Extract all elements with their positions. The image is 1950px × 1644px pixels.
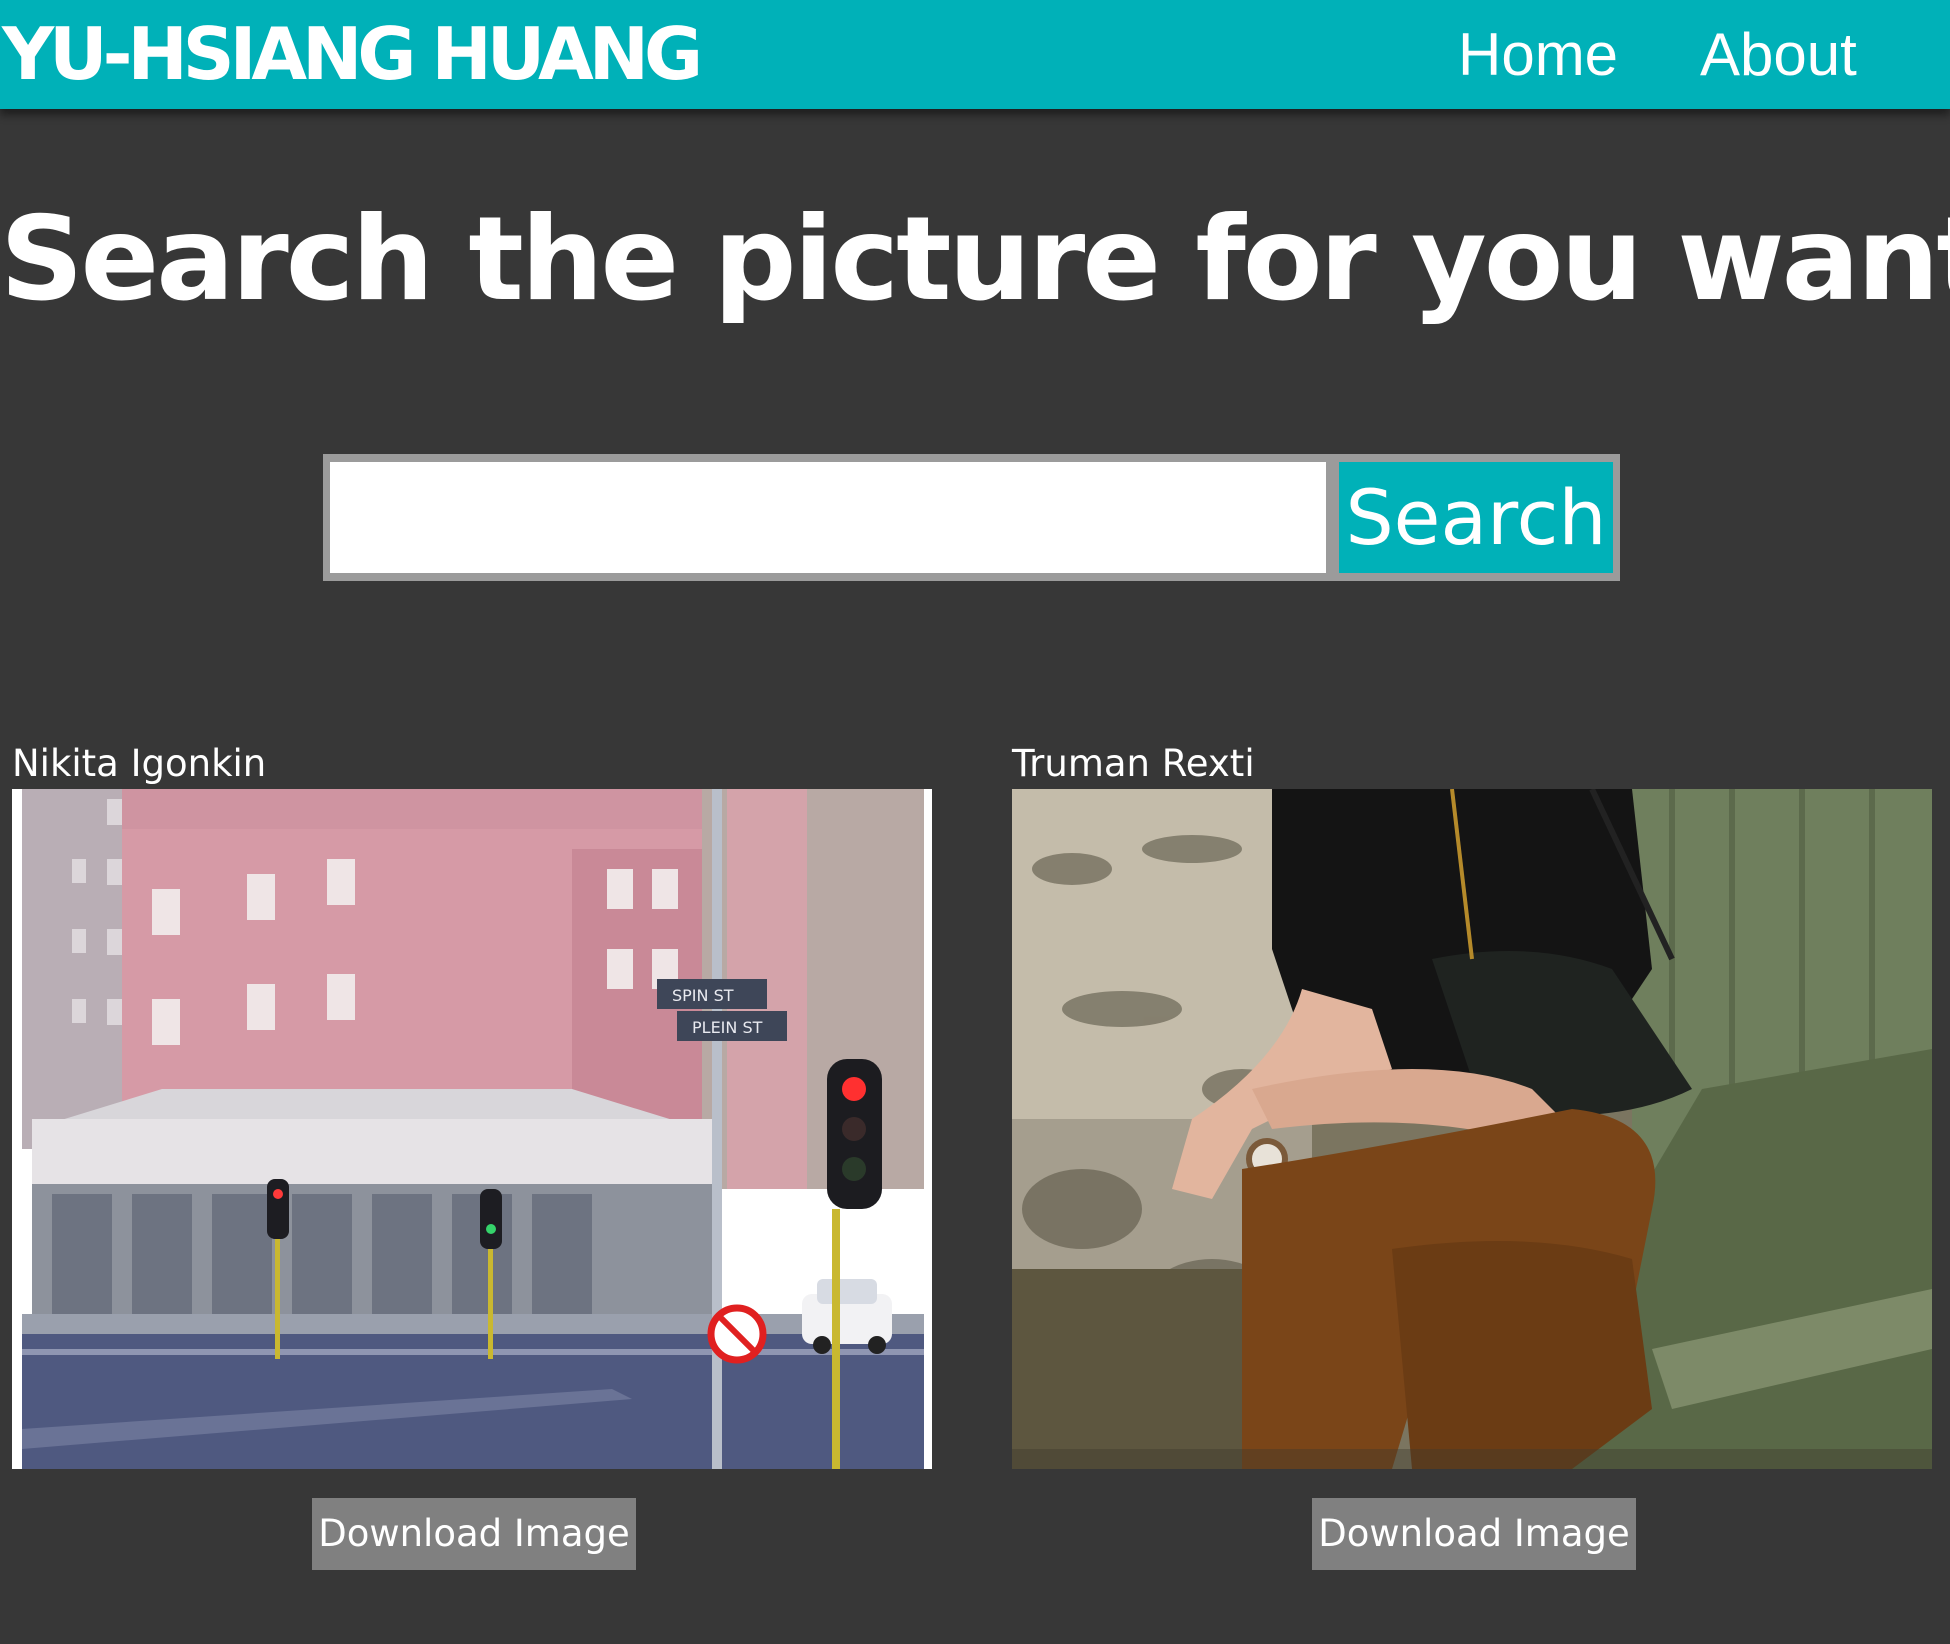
- street-sign-spin: SPIN ST: [672, 986, 734, 1005]
- site-brand[interactable]: YU-HSIANG HUANG: [2, 14, 703, 94]
- photographer-name: Nikita Igonkin: [12, 742, 267, 785]
- search-input[interactable]: [330, 462, 1326, 573]
- nav-about-link[interactable]: About: [1700, 22, 1857, 88]
- search-form: Search: [323, 454, 1620, 581]
- nav-home-link[interactable]: Home: [1458, 22, 1618, 88]
- download-image-button[interactable]: Download Image: [312, 1498, 636, 1570]
- search-button[interactable]: Search: [1339, 462, 1613, 573]
- top-navbar: YU-HSIANG HUANG Home About: [0, 0, 1950, 109]
- result-photo-street-corner[interactable]: SPIN ST PLEIN ST: [12, 789, 932, 1469]
- page-title: Search the picture for you want: [0, 192, 1950, 327]
- street-sign-plein: PLEIN ST: [692, 1018, 763, 1037]
- photographer-name: Truman Rexti: [1012, 742, 1255, 785]
- download-image-button[interactable]: Download Image: [1312, 1498, 1636, 1570]
- result-photo-seated-woman[interactable]: [1012, 789, 1932, 1469]
